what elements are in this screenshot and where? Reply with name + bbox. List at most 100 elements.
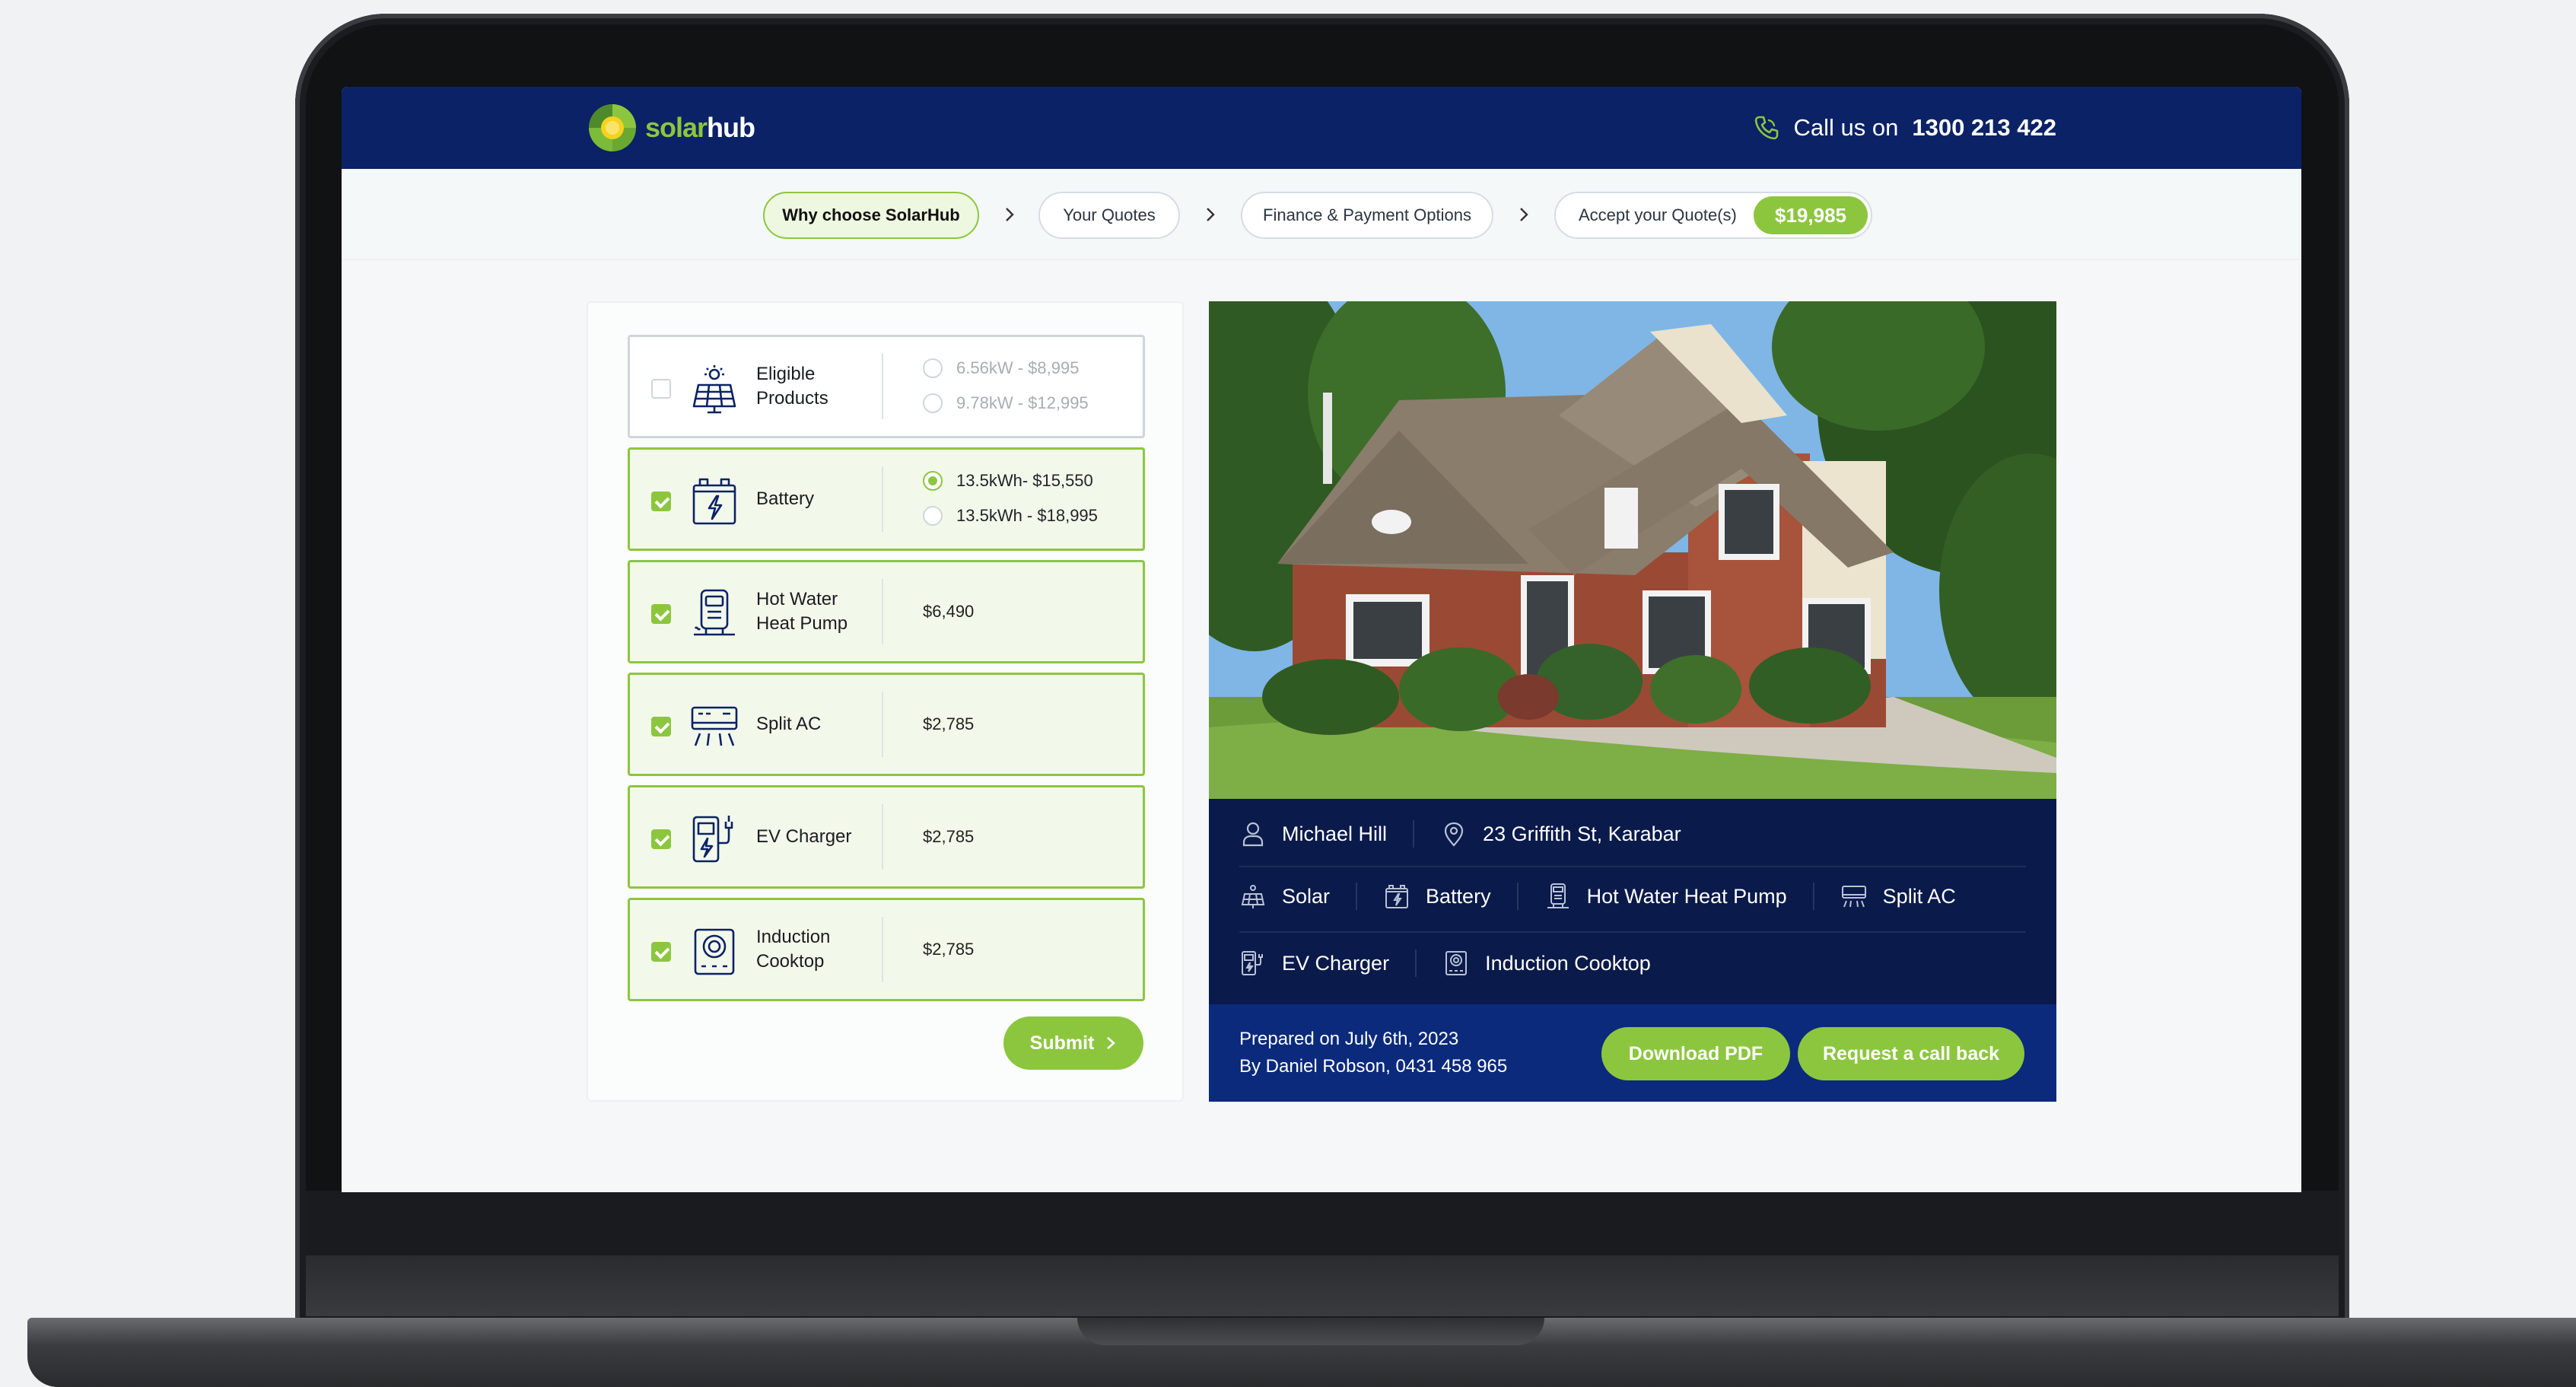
step-finance-payment-options[interactable]: Finance & Payment Options — [1241, 192, 1493, 239]
summary-item-solar: Solar — [1239, 883, 1358, 910]
selected-products-row-2: EV Charger Induction Cooktop — [1239, 942, 1703, 985]
divider — [882, 917, 883, 982]
divider — [882, 354, 883, 419]
option-radio-selected[interactable] — [923, 471, 943, 491]
product-card-eligible-products[interactable]: Eligible Products 6.56kW - $8,995 9.78kW… — [628, 335, 1145, 438]
progress-steps: Why choose SolarHub Your Quotes Finance … — [342, 169, 2301, 260]
product-name: Induction Cooktop — [756, 927, 831, 972]
total-price-badge: $19,985 — [1754, 196, 1868, 234]
prepared-on: Prepared on July 6th, 2023 — [1239, 1029, 1459, 1049]
divider — [882, 692, 883, 757]
product-checkbox[interactable] — [651, 379, 671, 399]
step-accept-quotes-label: Accept your Quote(s) — [1579, 205, 1737, 224]
call-prefix: Call us on — [1793, 114, 1899, 141]
heat-pump-icon — [694, 589, 735, 636]
product-checkbox[interactable] — [651, 942, 671, 962]
call-us[interactable]: Call us on 1300 213 422 — [1753, 110, 2056, 146]
sun-leaf-logo-icon — [589, 104, 636, 151]
logo-text-hub: hub — [707, 112, 755, 143]
product-card-split-ac[interactable]: Split AC $2,785 — [628, 673, 1145, 776]
split-ac-icon — [1841, 886, 1866, 908]
summary-item-label: EV Charger — [1282, 951, 1390, 975]
summary-item-ev-charger: EV Charger — [1239, 950, 1417, 977]
customer-address-item: 23 Griffith St, Karabar — [1440, 820, 1707, 848]
summary-item-label: Split AC — [1882, 884, 1956, 908]
step-why-choose-solarhub[interactable]: Why choose SolarHub — [763, 192, 979, 239]
product-name: Eligible Products — [756, 364, 828, 409]
step-your-quotes[interactable]: Your Quotes — [1038, 192, 1180, 239]
product-card-hot-water-heat-pump[interactable]: Hot Water Heat Pump $6,490 — [628, 560, 1145, 663]
summary-item-hot-water-heat-pump: Hot Water Heat Pump — [1544, 883, 1814, 910]
laptop-hinge — [306, 1255, 2339, 1316]
option-label: 13.5kWh- $15,550 — [956, 471, 1093, 490]
heat-pump-icon — [1547, 883, 1569, 908]
product-price: $2,785 — [923, 714, 975, 733]
quote-details: Michael Hill 23 Griffith St, Karabar Sol… — [1209, 799, 2056, 1004]
option-label: 9.78kW - $12,995 — [956, 393, 1089, 412]
product-card-battery[interactable]: Battery 13.5kWh- $15,550 13.5kWh - $18,9… — [628, 447, 1145, 551]
product-price: $2,785 — [923, 940, 975, 959]
product-checkbox[interactable] — [651, 829, 671, 849]
product-options: 6.56kW - $8,995 9.78kW - $12,995 — [923, 351, 1089, 421]
option-radio[interactable] — [923, 358, 943, 378]
induction-cooktop-icon — [1445, 951, 1468, 975]
divider — [1239, 931, 2026, 933]
summary-item-label: Hot Water Heat Pump — [1586, 884, 1787, 908]
summary-item-label: Solar — [1282, 884, 1331, 908]
logo-text-solar: solar — [645, 112, 708, 143]
chevron-right-icon — [1207, 208, 1215, 221]
ev-charger-icon — [692, 816, 733, 863]
request-call-back-button[interactable]: Request a call back — [1798, 1027, 2024, 1080]
divider — [882, 579, 883, 644]
download-pdf-button[interactable]: Download PDF — [1601, 1027, 1790, 1080]
submit-button[interactable]: Submit — [1003, 1016, 1143, 1070]
customer-name: Michael Hill — [1282, 822, 1388, 845]
chevron-right-icon — [1107, 1037, 1116, 1049]
customer-name-item: Michael Hill — [1239, 820, 1415, 848]
option-6-56kw[interactable]: 6.56kW - $8,995 — [923, 351, 1089, 386]
solarhub-logo[interactable]: solarhub — [586, 101, 755, 154]
summary-item-battery: Battery — [1383, 883, 1519, 910]
option-13-5kwh-18995[interactable]: 13.5kWh - $18,995 — [923, 498, 1098, 533]
prepared-by: By Daniel Robson, 0431 458 965 — [1239, 1056, 1508, 1077]
divider — [882, 804, 883, 870]
product-name: EV Charger — [756, 826, 852, 847]
top-navigation-bar: solarhub Call us on 1300 213 422 — [342, 87, 2301, 169]
divider — [882, 466, 883, 532]
product-checkbox[interactable] — [651, 491, 671, 511]
phone-icon — [1754, 116, 1778, 140]
house-photo — [1209, 301, 2056, 799]
option-radio[interactable] — [923, 393, 943, 413]
product-options: 13.5kWh- $15,550 13.5kWh - $18,995 — [923, 463, 1098, 533]
summary-item-induction-cooktop: Induction Cooktop — [1442, 950, 1677, 977]
product-card-ev-charger[interactable]: EV Charger $2,785 — [628, 785, 1145, 889]
solar-panel-icon — [692, 365, 736, 414]
summary-item-label: Induction Cooktop — [1485, 951, 1651, 975]
option-radio[interactable] — [923, 506, 943, 526]
submit-label: Submit — [1029, 1032, 1095, 1054]
battery-icon — [692, 478, 736, 525]
battery-icon — [1385, 885, 1409, 908]
option-9-78kw[interactable]: 9.78kW - $12,995 — [923, 386, 1089, 421]
summary-item-label: Battery — [1426, 884, 1491, 908]
chevron-right-icon — [1006, 208, 1014, 221]
call-number[interactable]: 1300 213 422 — [1912, 114, 2056, 142]
option-label: 6.56kW - $8,995 — [956, 358, 1080, 377]
product-checkbox[interactable] — [651, 604, 671, 624]
product-name: Split AC — [756, 714, 822, 734]
customer-row: Michael Hill 23 Griffith St, Karabar — [1239, 813, 1733, 855]
quote-footer: Prepared on July 6th, 2023 By Daniel Rob… — [1209, 1004, 2056, 1102]
customer-address: 23 Griffith St, Karabar — [1483, 822, 1681, 845]
product-price: $2,785 — [923, 827, 975, 846]
product-name: Battery — [756, 488, 815, 509]
solar-panel-icon — [1241, 885, 1265, 908]
product-checkbox[interactable] — [651, 717, 671, 736]
ev-charger-icon — [1242, 951, 1263, 975]
step-accept-quotes[interactable]: Accept your Quote(s) $19,985 — [1554, 192, 1872, 239]
chevron-right-icon — [1520, 208, 1528, 221]
prepared-info: Prepared on July 6th, 2023 By Daniel Rob… — [1239, 1026, 1507, 1080]
product-card-induction-cooktop[interactable]: Induction Cooktop $2,785 — [628, 898, 1145, 1001]
option-13-5kwh-15550[interactable]: 13.5kWh- $15,550 — [923, 463, 1098, 498]
split-ac-icon — [691, 706, 738, 746]
product-selection-panel: Eligible Products 6.56kW - $8,995 9.78kW… — [587, 301, 1184, 1102]
